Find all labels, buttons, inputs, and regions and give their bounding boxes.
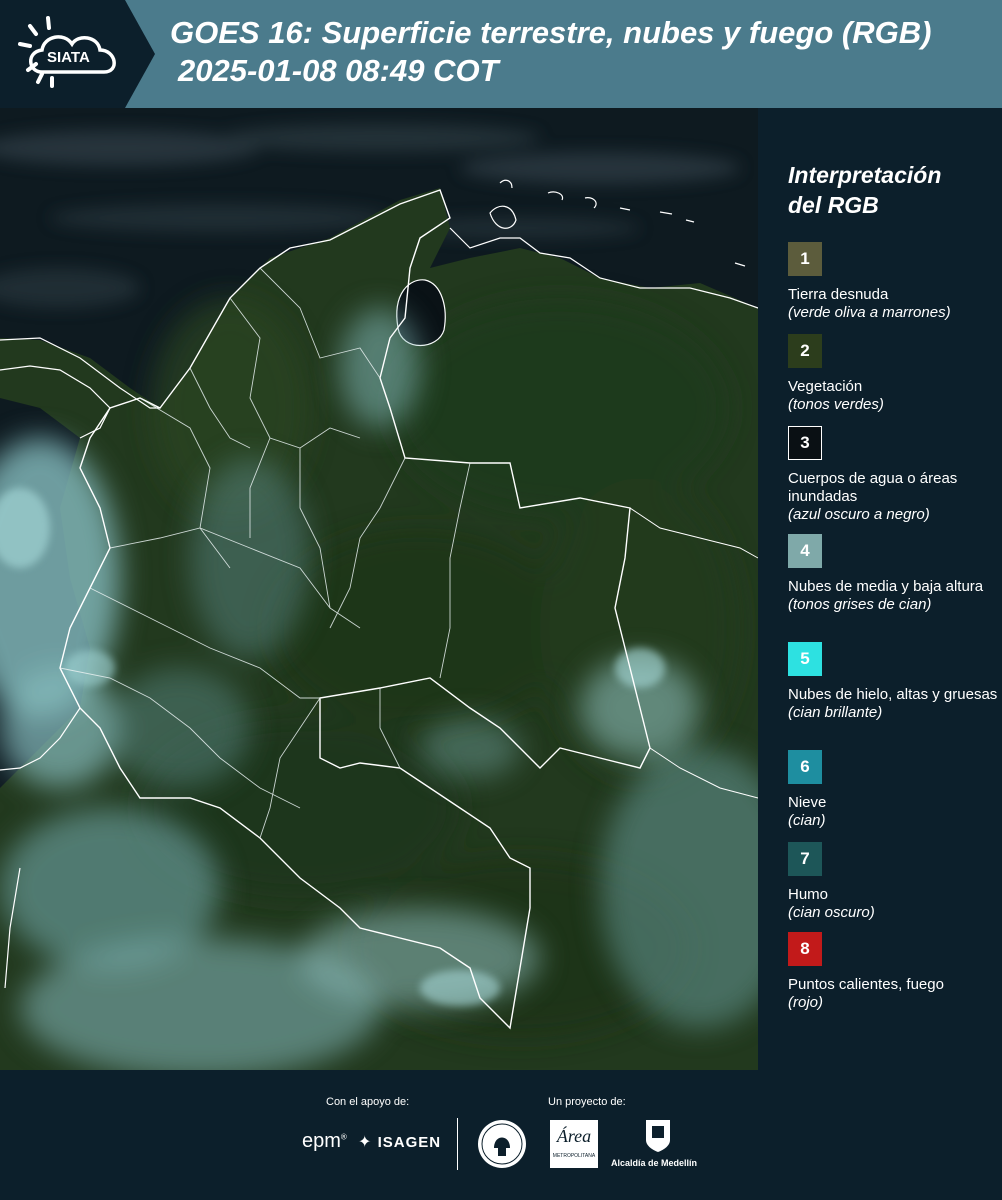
legend-label-7: Humo xyxy=(788,886,829,903)
legend-desc-4: (tonos grises de cian) xyxy=(788,596,932,613)
legend-desc-1: (verde oliva a marrones) xyxy=(788,304,951,321)
legend-desc-8: (rojo) xyxy=(788,994,824,1011)
page-title: GOES 16: Superficie terrestre, nubes y f… xyxy=(170,14,931,90)
footer: Con el apoyo de: Un proyecto de: epm® ✦ … xyxy=(0,1070,1002,1200)
legend-item-1: 1 Tierra desnuda (verde oliva a marrones) xyxy=(788,242,998,322)
legend-swatch-3: 3 xyxy=(788,426,822,460)
logo-block: SIATA xyxy=(0,0,155,108)
legend-swatch-8: 8 xyxy=(788,932,822,966)
legend-item-4: 4 Nubes de media y baja altura (tonos gris… xyxy=(788,534,998,614)
legend-label-3: Cuerpos de agua o áreas inundadas xyxy=(788,470,958,505)
isagen-logo: ✦ ISAGEN xyxy=(358,1132,441,1152)
legend-label-8: Puntos calientes, fuego xyxy=(788,976,944,993)
metropolitana-logo: Área METROPOLITANA xyxy=(550,1120,598,1168)
title-line-2: 2025-01-08 08:49 COT xyxy=(178,53,499,88)
legend-desc-7: (cian oscuro) xyxy=(788,904,875,921)
legend-title-line-1: Interpretación xyxy=(788,162,942,188)
alcaldia-label: Alcaldía de Medellín xyxy=(611,1158,698,1168)
legend-swatch-7: 7 xyxy=(788,842,822,876)
legend-item-8: 8 Puntos calientes, fuego (rojo) xyxy=(788,932,998,1012)
legend-swatch-6: 6 xyxy=(788,750,822,784)
legend-label-4: Nubes de media y baja altura xyxy=(788,578,984,595)
map-canvas xyxy=(0,108,758,1070)
legend-swatch-5: 5 xyxy=(788,642,822,676)
legend-label-1: Tierra desnuda xyxy=(788,286,889,303)
isagen-logo-text: ISAGEN xyxy=(377,1134,442,1151)
legend-title: Interpretación del RGB xyxy=(788,160,941,220)
medellin-shield-icon xyxy=(646,1120,670,1152)
epm-logo: epm® xyxy=(302,1130,347,1152)
university-seal-icon xyxy=(478,1120,526,1168)
title-line-1: GOES 16: Superficie terrestre, nubes y f… xyxy=(170,15,932,50)
header: SIATA GOES 16: Superficie terrestre, nub… xyxy=(0,0,1002,108)
legend-desc-5: (cian brillante) xyxy=(788,704,883,721)
siata-logo-text: SIATA xyxy=(47,49,90,66)
footer-divider xyxy=(457,1118,458,1170)
satellite-map[interactable] xyxy=(0,108,758,1070)
legend-item-5: 5 Nubes de hielo, altas y gruesas (cian br… xyxy=(788,642,998,722)
legend-swatch-2: 2 xyxy=(788,334,822,368)
epm-logo-text: epm xyxy=(302,1130,341,1152)
project-label: Un proyecto de: xyxy=(548,1096,626,1108)
legend-desc-3: (azul oscuro a negro) xyxy=(788,506,930,523)
legend-label-5: Nubes de hielo, altas y gruesas xyxy=(788,686,998,703)
legend-item-2: 2 Vegetación (tonos verdes) xyxy=(788,334,998,414)
legend-item-7: 7 Humo (cian oscuro) xyxy=(788,842,998,922)
legend-label-2: Vegetación xyxy=(788,378,863,395)
legend-item-3: 3 Cuerpos de agua o áreas inundadas (azul … xyxy=(788,426,998,524)
legend-swatch-4: 4 xyxy=(788,534,822,568)
legend-desc-2: (tonos verdes) xyxy=(788,396,884,413)
legend-desc-6: (cian) xyxy=(788,812,826,829)
legend-title-line-2: del RGB xyxy=(788,192,879,218)
legend-swatch-1: 1 xyxy=(788,242,822,276)
metropolitana-logo-text: Área xyxy=(556,1126,592,1146)
metropolitana-logo-sub: METROPOLITANA xyxy=(552,1153,596,1159)
legend-item-6: 6 Nieve (cian) xyxy=(788,750,998,830)
legend-panel: Interpretación del RGB 1 Tierra desnuda (v… xyxy=(760,108,1002,1070)
support-label: Con el apoyo de: xyxy=(326,1096,410,1108)
isagen-icon: ✦ xyxy=(358,1134,373,1151)
legend-label-6: Nieve xyxy=(788,794,827,811)
